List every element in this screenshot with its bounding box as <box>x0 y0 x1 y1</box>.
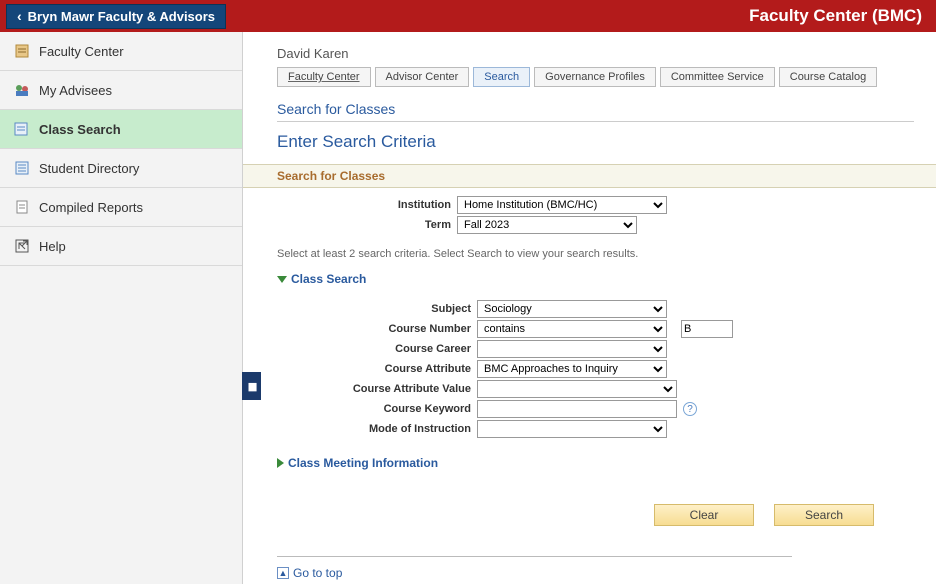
footer-divider <box>277 556 792 557</box>
top-header: ‹ Bryn Mawr Faculty & Advisors Faculty C… <box>0 0 936 32</box>
help-icon <box>14 238 30 254</box>
course-keyword-input[interactable] <box>477 400 677 418</box>
sidebar-item-student-directory[interactable]: Student Directory <box>0 149 242 188</box>
back-label: Bryn Mawr Faculty & Advisors <box>28 9 215 24</box>
sidebar-item-label: My Advisees <box>39 83 112 98</box>
action-buttons: Clear Search <box>277 496 874 526</box>
help-tooltip-icon[interactable]: ? <box>683 402 697 416</box>
class-search-icon <box>14 121 30 137</box>
tab-committee-service[interactable]: Committee Service <box>660 67 775 87</box>
directory-icon <box>14 160 30 176</box>
section-heading-small: Search for Classes <box>277 101 914 117</box>
tab-governance-profiles[interactable]: Governance Profiles <box>534 67 656 87</box>
sidebar-item-my-advisees[interactable]: My Advisees <box>0 71 242 110</box>
institution-select[interactable]: Home Institution (BMC/HC) <box>457 196 667 214</box>
sidebar-item-label: Help <box>39 239 66 254</box>
mode-of-instruction-label: Mode of Instruction <box>277 423 477 435</box>
sidebar-item-label: Faculty Center <box>39 44 124 59</box>
chevron-left-icon: ‹ <box>17 9 22 23</box>
tab-faculty-center[interactable]: Faculty Center <box>277 67 371 87</box>
panel-title: Search for Classes <box>243 164 936 188</box>
tab-course-catalog[interactable]: Course Catalog <box>779 67 877 87</box>
go-to-top-label: Go to top <box>293 566 342 580</box>
mode-of-instruction-select[interactable] <box>477 420 667 438</box>
up-arrow-icon: ▲ <box>277 567 289 579</box>
course-number-input[interactable] <box>681 320 733 338</box>
class-search-toggle-label: Class Search <box>291 272 366 286</box>
course-attribute-value-select[interactable] <box>477 380 677 398</box>
class-search-fields: Subject Sociology Course Number contains… <box>277 292 914 446</box>
course-career-select[interactable] <box>477 340 667 358</box>
reports-icon <box>14 199 30 215</box>
helper-text: Select at least 2 search criteria. Selec… <box>277 248 914 260</box>
triangle-down-icon <box>277 276 287 283</box>
top-criteria: Institution Home Institution (BMC/HC) Te… <box>277 188 914 242</box>
subject-label: Subject <box>277 303 477 315</box>
sidebar-item-label: Class Search <box>39 122 121 137</box>
course-career-label: Course Career <box>277 343 477 355</box>
faculty-center-icon <box>14 43 30 59</box>
clear-button[interactable]: Clear <box>654 504 754 526</box>
search-button[interactable]: Search <box>774 504 874 526</box>
term-label: Term <box>277 219 457 231</box>
triangle-right-icon <box>277 458 284 468</box>
term-select[interactable]: Fall 2023 <box>457 216 637 234</box>
sidebar: Faculty Center My Advisees Class Search … <box>0 32 243 584</box>
subtabs: Faculty Center Advisor Center Search Gov… <box>277 67 914 87</box>
page-title: Faculty Center (BMC) <box>749 6 922 26</box>
back-button[interactable]: ‹ Bryn Mawr Faculty & Advisors <box>6 4 226 29</box>
advisees-icon <box>14 82 30 98</box>
course-keyword-label: Course Keyword <box>277 403 477 415</box>
tab-advisor-center[interactable]: Advisor Center <box>375 67 470 87</box>
main-content: David Karen Faculty Center Advisor Cente… <box>243 32 936 584</box>
class-meeting-toggle[interactable]: Class Meeting Information <box>277 456 438 470</box>
course-number-op-select[interactable]: contains <box>477 320 667 338</box>
go-to-top-link[interactable]: ▲ Go to top <box>277 566 342 580</box>
sidebar-item-help[interactable]: Help <box>0 227 242 266</box>
sidebar-item-class-search[interactable]: Class Search <box>0 110 242 149</box>
user-name: David Karen <box>277 46 914 61</box>
sidebar-item-label: Compiled Reports <box>39 200 143 215</box>
course-attribute-select[interactable]: BMC Approaches to Inquiry <box>477 360 667 378</box>
sidebar-item-faculty-center[interactable]: Faculty Center <box>0 32 242 71</box>
sidebar-item-compiled-reports[interactable]: Compiled Reports <box>0 188 242 227</box>
section-heading-large: Enter Search Criteria <box>277 132 914 152</box>
course-number-label: Course Number <box>277 323 477 335</box>
divider <box>277 121 914 122</box>
class-search-toggle[interactable]: Class Search <box>277 272 366 286</box>
sidebar-item-label: Student Directory <box>39 161 139 176</box>
tab-search[interactable]: Search <box>473 67 530 87</box>
institution-label: Institution <box>277 199 457 211</box>
class-meeting-toggle-label: Class Meeting Information <box>288 456 438 470</box>
course-attribute-label: Course Attribute <box>277 363 477 375</box>
subject-select[interactable]: Sociology <box>477 300 667 318</box>
collapse-sidebar-handle[interactable]: ▮▮ <box>242 372 261 400</box>
course-attribute-value-label: Course Attribute Value <box>277 383 477 395</box>
